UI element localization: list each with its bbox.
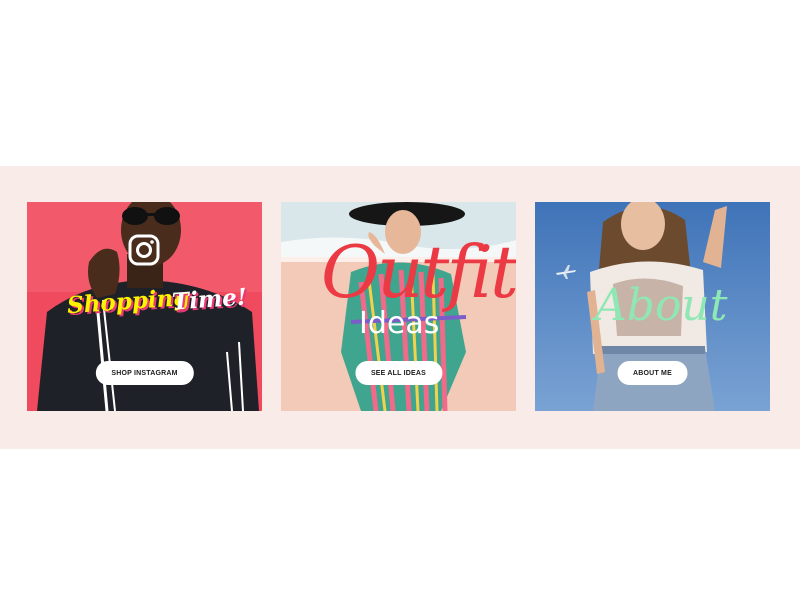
about-card[interactable]: About ABOUT ME (535, 202, 770, 411)
instagram-card[interactable]: Shopping Time! SHOP INSTAGRAM (27, 202, 262, 411)
outfit-ideas-card[interactable]: Outfit Ideas SEE ALL IDEAS (281, 202, 516, 411)
time-overlay-text: Time! (171, 283, 248, 316)
shop-instagram-button[interactable]: SHOP INSTAGRAM (95, 361, 194, 385)
about-me-button[interactable]: ABOUT ME (617, 361, 688, 385)
outfit-overlay-text: Outfit (321, 230, 516, 314)
instagram-icon (128, 234, 160, 266)
ideas-overlay-text: Ideas (359, 306, 440, 341)
see-all-ideas-button[interactable]: SEE ALL IDEAS (354, 361, 443, 385)
airplane-icon (555, 264, 577, 280)
about-overlay-text: About (595, 280, 728, 331)
